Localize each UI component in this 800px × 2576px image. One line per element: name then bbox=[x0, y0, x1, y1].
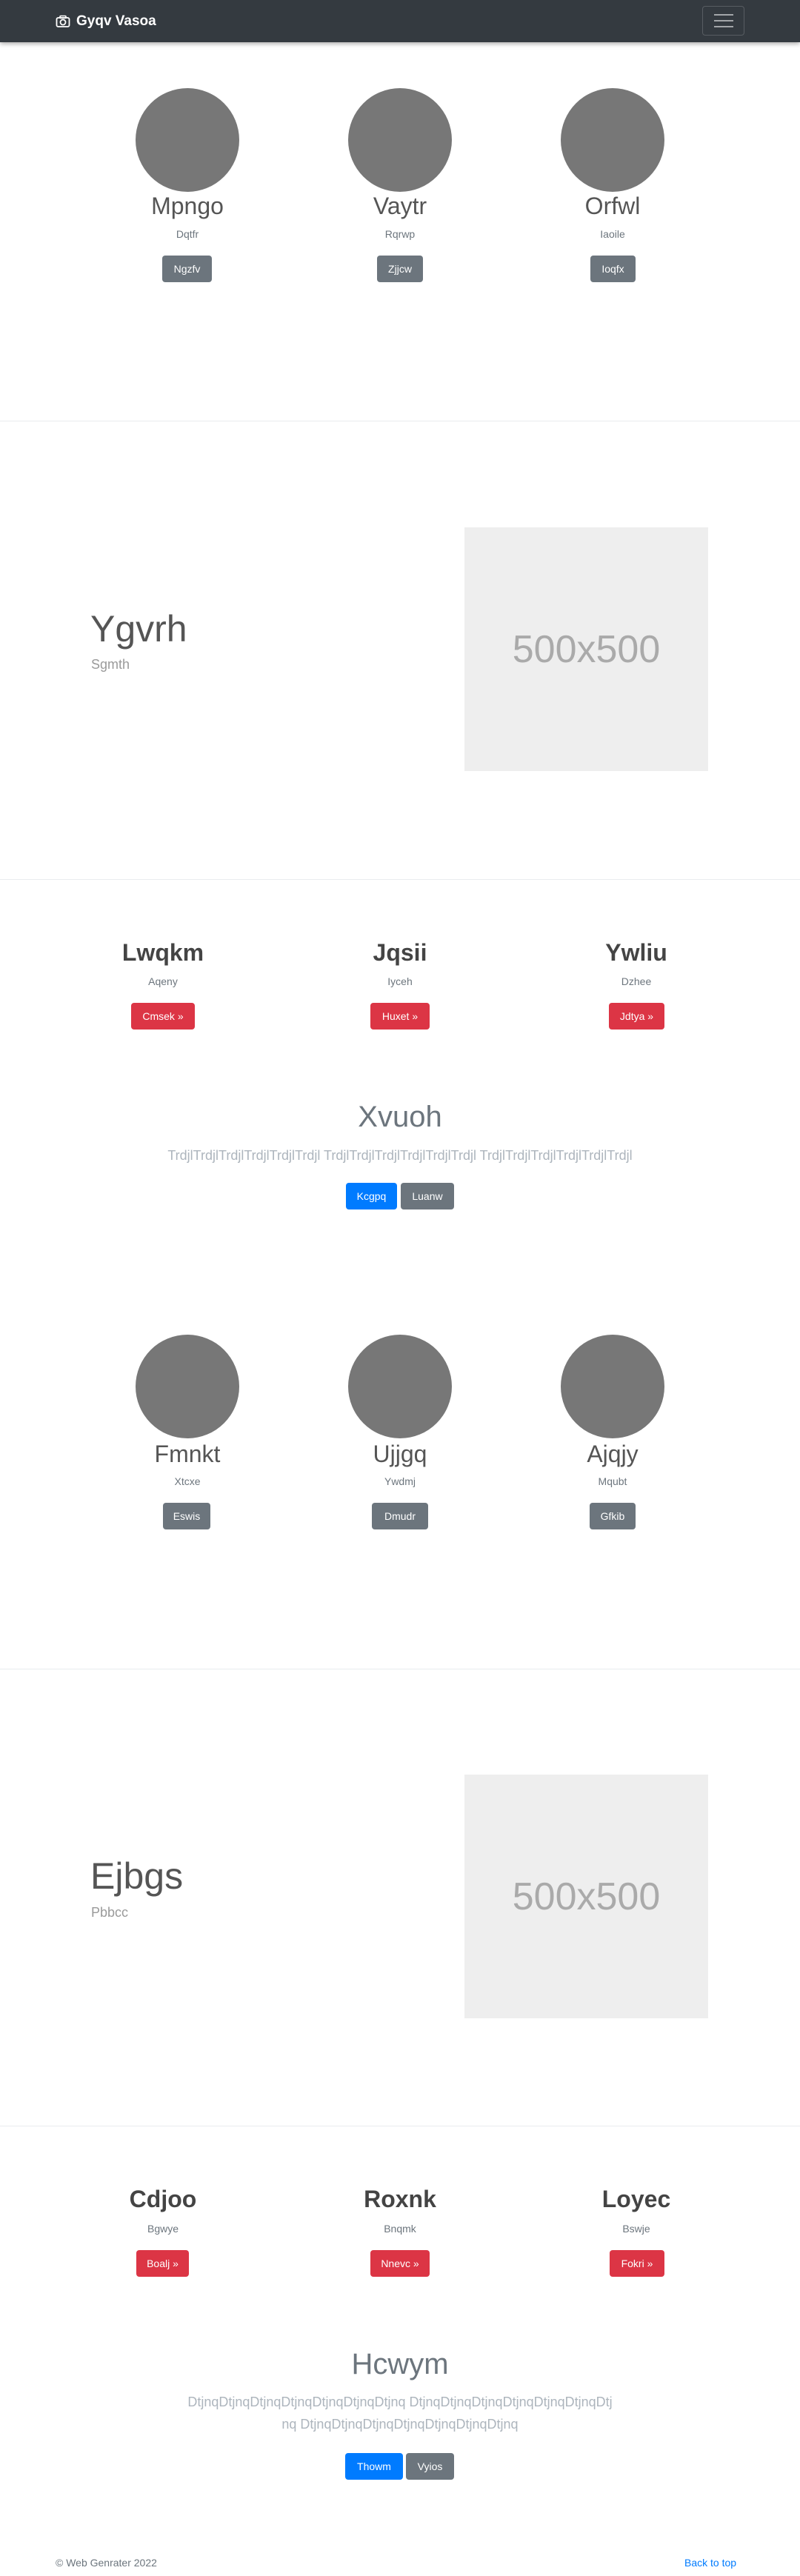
profile-subtitle: Mqubt bbox=[598, 1475, 627, 1487]
feature-subtitle: Iyceh bbox=[387, 975, 413, 987]
profile-button[interactable]: Eswis bbox=[163, 1503, 210, 1529]
feature-title: Roxnk bbox=[364, 2186, 436, 2212]
jumbotron-title: Hcwym bbox=[351, 2348, 449, 2380]
profile-name: Fmnkt bbox=[154, 1441, 221, 1467]
feature-subtitle: Aqeny bbox=[148, 975, 178, 987]
feature-button[interactable]: Huxet » bbox=[370, 1003, 430, 1030]
feature-subtitle: Bswje bbox=[622, 2223, 650, 2235]
menu-bar-icon bbox=[713, 26, 733, 27]
feature-button[interactable]: Fokri » bbox=[610, 2250, 664, 2277]
profile-subtitle: Xtcxe bbox=[174, 1475, 201, 1487]
profile-button[interactable]: Ngzfv bbox=[162, 256, 212, 282]
profile-subtitle: Iaoile bbox=[600, 228, 625, 240]
profile-subtitle: Rqrwp bbox=[384, 228, 416, 240]
feature-subtitle: Bgwye bbox=[147, 2223, 179, 2235]
brand-name: Gyqv Vasoa bbox=[76, 13, 156, 29]
avatar bbox=[136, 88, 239, 192]
feature-title: Cdjoo bbox=[129, 2186, 197, 2212]
placeholder-label: 500x500 bbox=[512, 1875, 661, 1918]
secondary-button[interactable]: Vyios bbox=[406, 2453, 454, 2480]
image-placeholder: 500x500 bbox=[464, 1775, 708, 2018]
hero-subtitle: Pbbcc bbox=[91, 1905, 129, 1920]
feature-button[interactable]: Nnevc » bbox=[370, 2250, 430, 2277]
primary-button[interactable]: Kcgpq bbox=[346, 1183, 397, 1209]
profile-button[interactable]: Gfkib bbox=[590, 1503, 636, 1529]
brand-link[interactable]: Gyqv Vasoa bbox=[56, 0, 156, 42]
back-to-top-link[interactable]: Back to top bbox=[684, 2557, 736, 2569]
footer-copyright: © Web Genrater 2022 bbox=[56, 2557, 157, 2569]
profile-button[interactable]: Zjjcw bbox=[377, 256, 423, 282]
profile-button[interactable]: Dmudr bbox=[372, 1503, 428, 1529]
feature-subtitle: Dzhee bbox=[621, 975, 652, 987]
avatar bbox=[348, 88, 452, 192]
avatar bbox=[136, 1335, 239, 1438]
navbar: Gyqv Vasoa bbox=[0, 0, 800, 42]
camera-icon bbox=[56, 15, 70, 27]
feature-title: Loyec bbox=[601, 2186, 671, 2212]
feature-button[interactable]: Jdtya » bbox=[609, 1003, 664, 1030]
hero-title: Ejbgs bbox=[90, 1855, 184, 1897]
primary-button[interactable]: Thowm bbox=[345, 2453, 403, 2480]
profile-name: Vaytr bbox=[373, 193, 427, 219]
profile-name: Ujjgq bbox=[373, 1441, 427, 1467]
hero-subtitle: Sgmth bbox=[91, 657, 130, 672]
profile-name: Ajqjy bbox=[587, 1441, 639, 1467]
avatar bbox=[561, 88, 664, 192]
menu-bar-icon bbox=[713, 14, 733, 16]
jumbotron-title: Xvuoh bbox=[358, 1101, 442, 1133]
feature-subtitle: Bnqmk bbox=[384, 2223, 416, 2235]
profile-button[interactable]: Ioqfx bbox=[590, 256, 636, 282]
profile-name: Mpngo bbox=[151, 193, 224, 219]
jumbotron-text: DtjnqDtjnqDtjnqDtjnqDtjnqDtjnqDtjnq Dtjn… bbox=[187, 2395, 613, 2432]
menu-bar-icon bbox=[713, 20, 733, 21]
navbar-toggler-button[interactable] bbox=[702, 6, 744, 36]
feature-title: Jqsii bbox=[373, 939, 427, 966]
profile-subtitle: Dqtfr bbox=[176, 228, 199, 240]
profile-name: Orfwl bbox=[584, 193, 641, 219]
section-divider bbox=[0, 879, 800, 880]
feature-title: Lwqkm bbox=[121, 939, 204, 966]
secondary-button[interactable]: Luanw bbox=[401, 1183, 454, 1209]
jumbotron-text: TrdjlTrdjlTrdjlTrdjlTrdjlTrdjl TrdjlTrdj… bbox=[167, 1148, 633, 1163]
feature-title: Ywliu bbox=[605, 939, 667, 966]
placeholder-label: 500x500 bbox=[512, 627, 661, 671]
avatar bbox=[348, 1335, 452, 1438]
feature-button[interactable]: Cmsek » bbox=[131, 1003, 195, 1030]
feature-button[interactable]: Boalj » bbox=[136, 2250, 189, 2277]
image-placeholder: 500x500 bbox=[464, 527, 708, 771]
hero-title: Ygvrh bbox=[90, 608, 187, 650]
avatar bbox=[561, 1335, 664, 1438]
profile-subtitle: Ywdmj bbox=[384, 1475, 416, 1487]
